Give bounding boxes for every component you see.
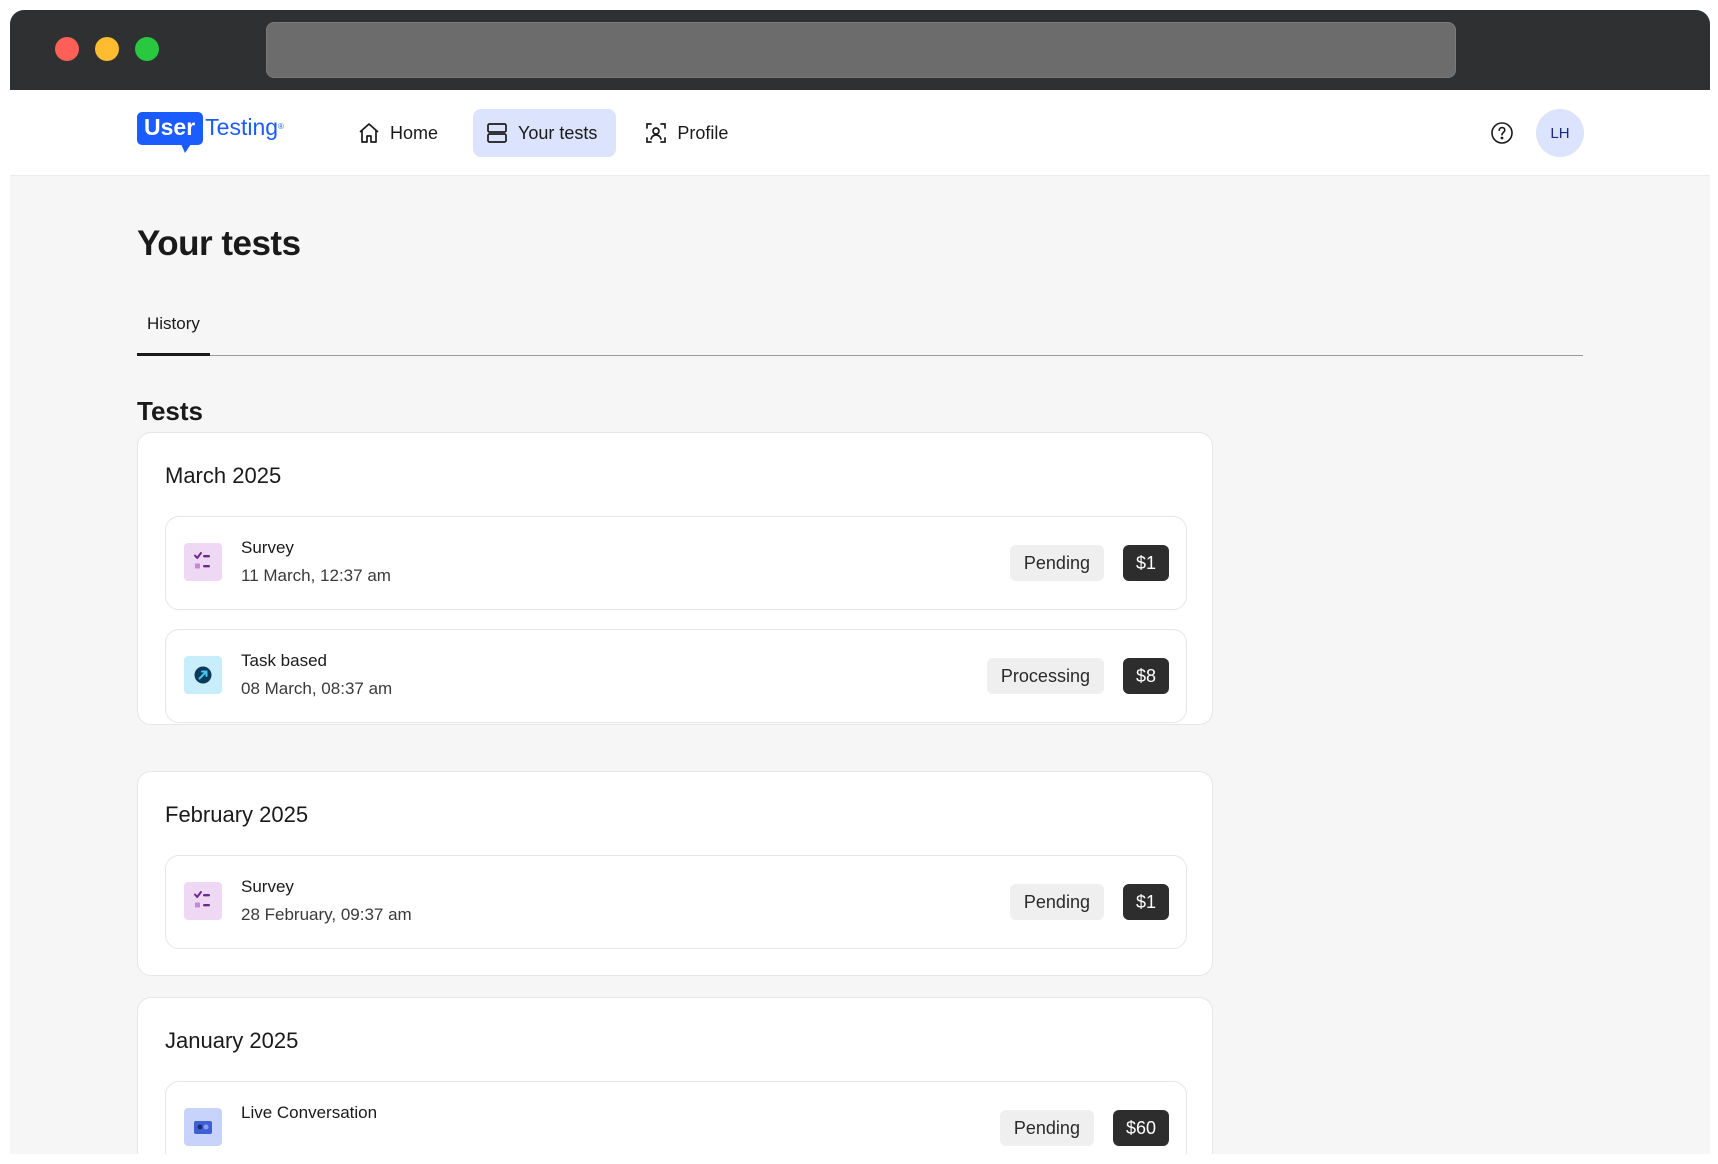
test-date: 11 March, 12:37 am bbox=[241, 566, 391, 585]
test-badges: Processing $8 bbox=[986, 658, 1169, 694]
nav-profile-label: Profile bbox=[677, 122, 729, 143]
usertesting-logo[interactable]: User Testing® bbox=[137, 112, 284, 153]
address-bar[interactable] bbox=[266, 22, 1456, 78]
status-badge: Pending bbox=[1009, 884, 1104, 920]
nav-profile[interactable]: Profile bbox=[632, 109, 747, 157]
test-row[interactable]: Survey 11 March, 12:37 am Pending $1 bbox=[165, 516, 1187, 610]
nav-home[interactable]: Home bbox=[345, 109, 457, 157]
test-name: Survey bbox=[241, 877, 294, 896]
test-badges: Pending $1 bbox=[1009, 884, 1169, 920]
test-badges: Pending $60 bbox=[999, 1110, 1169, 1146]
profile-icon bbox=[646, 123, 667, 143]
price-badge: $8 bbox=[1122, 658, 1169, 694]
month-card-january-2025: January 2025 Live Conversation Pending $… bbox=[137, 997, 1213, 1154]
test-row[interactable]: Survey 28 February, 09:37 am Pending $1 bbox=[165, 855, 1187, 949]
task-icon bbox=[184, 656, 222, 694]
window-controls bbox=[55, 37, 159, 61]
status-badge: Pending bbox=[1009, 545, 1104, 581]
price-badge: $1 bbox=[1122, 545, 1169, 581]
test-name: Live Conversation bbox=[241, 1103, 378, 1122]
section-title-tests: Tests bbox=[137, 396, 203, 426]
survey-icon bbox=[184, 882, 222, 920]
test-badges: Pending $1 bbox=[1009, 545, 1169, 581]
month-title: January 2025 bbox=[165, 1028, 299, 1053]
browser-window: User Testing® Home Your tests Profile LH… bbox=[10, 10, 1710, 1154]
app-header: User Testing® Home Your tests Profile LH bbox=[10, 90, 1710, 176]
test-row[interactable]: Live Conversation Pending $60 bbox=[165, 1081, 1187, 1154]
page-title: Your tests bbox=[137, 224, 301, 263]
price-badge: $1 bbox=[1122, 884, 1169, 920]
status-badge: Processing bbox=[986, 658, 1104, 694]
test-date: 28 February, 09:37 am bbox=[241, 905, 412, 924]
home-icon bbox=[359, 123, 379, 143]
test-row[interactable]: Task based 08 March, 08:37 am Processing… bbox=[165, 629, 1187, 723]
logo-user-text: User bbox=[137, 112, 204, 153]
live-conversation-icon bbox=[184, 1108, 222, 1146]
nav-your-tests[interactable]: Your tests bbox=[473, 109, 617, 157]
tab-bar: History bbox=[137, 304, 1583, 356]
month-card-march-2025: March 2025 Survey 11 March, 12:37 am Pen… bbox=[137, 432, 1213, 725]
month-title: March 2025 bbox=[165, 463, 282, 488]
main-nav: Home Your tests Profile bbox=[345, 109, 747, 157]
price-badge: $60 bbox=[1112, 1110, 1169, 1146]
close-window-button[interactable] bbox=[55, 37, 79, 61]
nav-your-tests-label: Your tests bbox=[518, 122, 598, 143]
logo-testing-text: Testing® bbox=[205, 114, 284, 140]
survey-icon bbox=[184, 543, 222, 581]
month-card-february-2025: February 2025 Survey 28 February, 09:37 … bbox=[137, 771, 1213, 976]
nav-home-label: Home bbox=[390, 122, 439, 143]
user-avatar[interactable]: LH bbox=[1536, 109, 1584, 157]
test-date: 08 March, 08:37 am bbox=[241, 679, 393, 698]
test-name: Survey bbox=[241, 538, 294, 557]
minimize-window-button[interactable] bbox=[95, 37, 119, 61]
status-badge: Pending bbox=[999, 1110, 1094, 1146]
test-name: Task based bbox=[241, 651, 327, 670]
tab-history[interactable]: History bbox=[137, 304, 210, 356]
help-icon[interactable] bbox=[1490, 121, 1514, 145]
browser-chrome bbox=[10, 10, 1710, 90]
month-title: February 2025 bbox=[165, 802, 309, 827]
maximize-window-button[interactable] bbox=[135, 37, 159, 61]
tests-icon bbox=[487, 123, 507, 143]
